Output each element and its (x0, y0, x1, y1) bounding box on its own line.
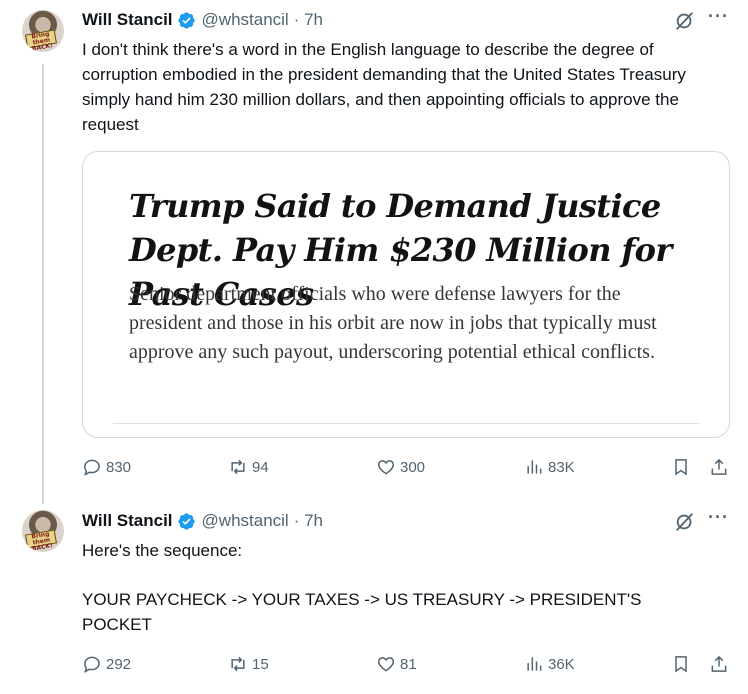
share-icon (711, 655, 727, 672)
bookmark-icon (675, 656, 687, 673)
repost-count: 94 (252, 458, 269, 476)
share-icon (711, 458, 727, 475)
views-button[interactable]: 36K (524, 652, 575, 676)
like-count: 300 (400, 458, 426, 476)
avatar-sign: Bring them BACK! (25, 529, 57, 552)
bookmark-button[interactable] (671, 652, 691, 676)
card-divider (113, 423, 699, 424)
tweet-header: Will Stancil @whstancil · 7h (82, 9, 323, 31)
verified-badge-icon (177, 512, 195, 530)
tweet-actions: 292 15 81 36K (82, 652, 732, 676)
tweet-text-line: Here's the sequence: (82, 541, 243, 560)
avatar-sign: Bring them BACK! (25, 29, 57, 52)
tweet[interactable]: Bring them BACK! Will Stancil @whstancil … (0, 500, 748, 694)
bookmark-icon (675, 459, 687, 476)
more-icon[interactable]: ··· (708, 6, 729, 27)
repost-button[interactable]: 94 (228, 455, 269, 479)
tweet-actions: 830 94 300 83K (82, 455, 732, 479)
author-name[interactable]: Will Stancil (82, 10, 173, 30)
views-button[interactable]: 83K (524, 455, 575, 479)
reply-count: 830 (106, 458, 132, 476)
repost-icon (231, 459, 245, 475)
tweet-header: Will Stancil @whstancil · 7h (82, 510, 323, 532)
reply-button[interactable]: 292 (82, 652, 131, 676)
like-count: 81 (400, 655, 417, 673)
reply-icon (84, 459, 100, 476)
thread-connector-line (42, 64, 44, 504)
author-handle[interactable]: @whstancil (202, 511, 289, 531)
views-icon (527, 657, 542, 671)
more-icon[interactable]: ··· (708, 507, 729, 528)
like-button[interactable]: 300 (376, 455, 425, 479)
like-icon (377, 460, 395, 475)
verified-badge-icon (177, 11, 195, 29)
repost-count: 15 (252, 655, 269, 673)
repost-button[interactable]: 15 (228, 652, 269, 676)
tweet-timestamp[interactable]: · 7h (294, 10, 323, 30)
like-icon (377, 657, 395, 672)
reply-count: 292 (106, 655, 132, 673)
author-avatar[interactable]: Bring them BACK! (22, 510, 64, 552)
repost-icon (231, 656, 245, 672)
author-handle[interactable]: @whstancil (202, 10, 289, 30)
tweet-timestamp[interactable]: · 7h (294, 511, 323, 531)
tweet[interactable]: Bring them BACK! Will Stancil @whstancil … (0, 0, 748, 504)
card-summary: Senior department officials who were def… (129, 283, 657, 363)
share-button[interactable] (709, 455, 729, 479)
share-button[interactable] (709, 652, 729, 676)
author-name[interactable]: Will Stancil (82, 511, 173, 531)
reply-icon (84, 656, 100, 673)
bookmark-button[interactable] (671, 455, 691, 479)
views-count: 36K (548, 655, 575, 673)
tweet-text: I don't think there's a word in the Engl… (82, 40, 686, 134)
views-icon (527, 460, 542, 474)
like-button[interactable]: 81 (376, 652, 417, 676)
grok-icon[interactable] (674, 511, 696, 533)
author-avatar[interactable]: Bring them BACK! (22, 10, 64, 52)
grok-icon[interactable] (674, 10, 696, 32)
link-preview-card[interactable]: Trump Said to Demand Justice Dept. Pay H… (82, 151, 730, 438)
tweet-text-line: YOUR PAYCHECK -> YOUR TAXES -> US TREASU… (82, 590, 642, 634)
views-count: 83K (548, 458, 575, 476)
reply-button[interactable]: 830 (82, 455, 131, 479)
